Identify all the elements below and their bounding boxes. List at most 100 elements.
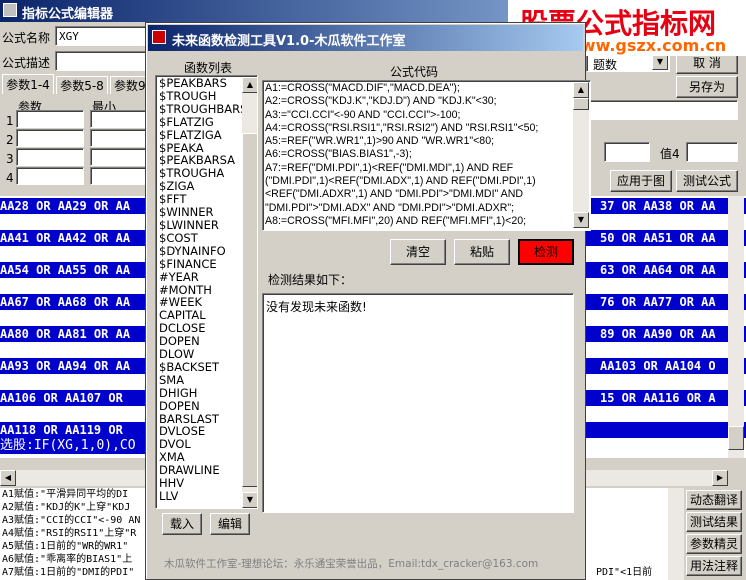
test-formula-button[interactable]: 测试公式	[676, 170, 738, 192]
code-row-right: 50 OR AA51 OR AA	[600, 231, 716, 245]
param-3-min-input[interactable]	[90, 148, 146, 166]
select-stock-line: 选股:IF(XG,1,0),CO	[0, 438, 160, 454]
load-button[interactable]: 载入	[162, 513, 202, 535]
edit-button[interactable]: 编辑	[210, 513, 250, 535]
code-line: A5:=REF("WR.WR1",1)>90 AND "WR.WR1"<80;	[265, 135, 495, 148]
param-row-num: 1	[6, 114, 14, 128]
translation-vscrollbar[interactable]	[668, 488, 684, 580]
select-line-text: 选股:IF(XG,1,0),CO	[0, 438, 136, 453]
cancel-label: 取 消	[693, 56, 721, 70]
tab-label: 参数1-4	[6, 78, 50, 92]
function-list-item[interactable]: $DYNAINFO	[159, 244, 247, 258]
function-list-item[interactable]: DOPEN	[159, 399, 247, 413]
function-list-item[interactable]: $FLATZIGA	[159, 128, 247, 142]
usage-notes-button[interactable]: 用法注释	[686, 556, 742, 576]
code-editor-thumb[interactable]	[573, 98, 589, 110]
test-result-button[interactable]: 测试结果	[686, 512, 742, 532]
scroll-left-icon[interactable]: ◀	[0, 470, 16, 486]
tab-params-5-8[interactable]: 参数5-8	[56, 76, 108, 94]
detect-button[interactable]: 检测	[518, 239, 574, 265]
function-list-item[interactable]: $COST	[159, 231, 247, 245]
detect-label: 检测	[533, 245, 558, 259]
function-list-item[interactable]: DHIGH	[159, 386, 247, 400]
param-wizard-button[interactable]: 参数精灵	[686, 534, 742, 554]
function-list-item[interactable]: SMA	[159, 373, 247, 387]
dialog-app-icon	[152, 30, 166, 44]
tab-params-1-4[interactable]: 参数1-4	[2, 74, 54, 94]
chevron-down-icon: ▼	[652, 54, 668, 70]
result-label: 检测结果如下：	[268, 273, 353, 287]
function-list-items: $PEAKBARS $TROUGH $TROUGHBARS $FLATZIG $FLAT…	[159, 77, 247, 503]
param-3-input[interactable]	[16, 148, 84, 166]
code-vscrollbar[interactable]	[728, 196, 744, 458]
function-list-item[interactable]: $LWINNER	[159, 219, 247, 232]
param-1-min-input[interactable]	[90, 110, 146, 128]
code-row-right: 63 OR AA64 OR AA	[600, 263, 716, 277]
desc-label: 公式描述	[2, 56, 51, 70]
code-vscroll-thumb[interactable]	[728, 426, 744, 450]
code-row-left: AA118 OR AA119 OR	[0, 423, 123, 437]
function-list-item[interactable]: $PEAKBARS	[159, 77, 247, 90]
test-result-label: 测试结果	[689, 515, 738, 529]
paste-button[interactable]: 粘贴	[454, 239, 510, 265]
name-label: 公式名称	[2, 31, 51, 45]
future-function-dialog: 未来函数检测工具V1.0-木瓜软件工作室 函数列表 $PEAKBARS $TROU…	[145, 22, 591, 580]
apply-to-chart-button[interactable]: 应用于图	[610, 170, 672, 192]
function-list-item[interactable]: $TROUGH	[159, 90, 247, 103]
function-list[interactable]: $PEAKBARS $TROUGH $TROUGHBARS $FLATZIG $FLAT…	[155, 75, 258, 509]
code-line: A6:=CROSS("BIAS.BIAS1",-3);	[265, 148, 412, 161]
param-1-input[interactable]	[16, 110, 84, 128]
code-line: A7:=REF("DMI.PDI",1)<REF("DMI.MDI",1) AN…	[265, 161, 514, 174]
function-list-scrollbar[interactable]: ▲ ▼	[242, 77, 257, 508]
result-text: 没有发现未来函数!	[266, 300, 367, 314]
name-input[interactable]: XGY	[55, 26, 147, 46]
function-list-item[interactable]: $FINANCE	[159, 257, 247, 271]
function-list-item[interactable]: LLV	[159, 490, 247, 503]
translation-fragment: PDI"<1日前	[596, 567, 653, 578]
value-4-input[interactable]	[686, 142, 738, 162]
dialog-title-bar: 未来函数检测工具V1.0-木瓜软件工作室	[148, 25, 583, 51]
scroll-down-icon[interactable]: ▼	[242, 492, 257, 508]
function-list-item[interactable]: #YEAR	[159, 270, 247, 284]
param-4-input[interactable]	[16, 167, 84, 185]
right-field[interactable]	[586, 100, 738, 120]
scroll-down-icon[interactable]: ▼	[573, 212, 589, 228]
function-list-item[interactable]: DLOW	[159, 348, 247, 361]
param-2-min-input[interactable]	[90, 129, 146, 147]
desc-input[interactable]	[55, 51, 147, 71]
param-row-num: 4	[6, 171, 14, 185]
scroll-right-icon[interactable]: ▶	[712, 470, 728, 486]
param-row-num: 3	[6, 152, 14, 166]
scroll-up-icon[interactable]: ▲	[242, 77, 257, 93]
save-as-button[interactable]: 另存为	[676, 76, 738, 98]
tab-label: 参数5-8	[60, 79, 104, 93]
clear-button[interactable]: 清空	[390, 239, 446, 265]
code-line: A4:=CROSS("RSI.RSI1","RSI.RSI2") AND "RS…	[265, 121, 539, 134]
code-editor[interactable]: A1:=CROSS("MACD.DIF","MACD.DEA"); A2:=CRO…	[262, 80, 591, 231]
function-list-item[interactable]: $FLATZIG	[159, 115, 247, 129]
result-box[interactable]: 没有发现未来函数!	[262, 293, 574, 513]
function-list-item[interactable]: $TROUGHBARS	[159, 102, 247, 116]
param-wizard-label: 参数精灵	[689, 537, 738, 551]
function-list-item[interactable]: $BACKSET	[159, 361, 247, 374]
value-3-input[interactable]	[604, 142, 650, 162]
clear-label: 清空	[405, 245, 430, 259]
dynamic-translate-button[interactable]: 动态翻译	[686, 490, 742, 510]
tab-params-9[interactable]: 参数9	[110, 76, 150, 94]
param-2-input[interactable]	[16, 129, 84, 147]
code-row-left: AA106 OR AA107 OR	[0, 391, 123, 405]
load-label: 载入	[169, 517, 194, 531]
function-list-thumb[interactable]	[242, 133, 257, 487]
param-4-min-input[interactable]	[90, 167, 146, 185]
usage-notes-label: 用法注释	[689, 559, 738, 573]
code-line: A2:=CROSS("KDJ.K","KDJ.D") AND "KDJ.K"<3…	[265, 95, 497, 108]
code-row-left: AA80 OR AA81 OR AA	[0, 327, 131, 341]
code-row-right: 76 OR AA77 OR AA	[600, 295, 716, 309]
code-line: A3:="CCI.CCI"<-90 AND "CCI.CCI">-100;	[265, 108, 461, 121]
tab-label: 参数9	[114, 79, 146, 93]
code-editor-scrollbar[interactable]: ▲ ▼	[573, 82, 589, 228]
code-label: 公式代码	[390, 65, 439, 79]
scroll-up-icon[interactable]: ▲	[573, 82, 589, 98]
code-row-right: 89 OR AA90 OR AA	[600, 327, 716, 341]
code-row-right: 37 OR AA38 OR AA	[600, 199, 716, 213]
